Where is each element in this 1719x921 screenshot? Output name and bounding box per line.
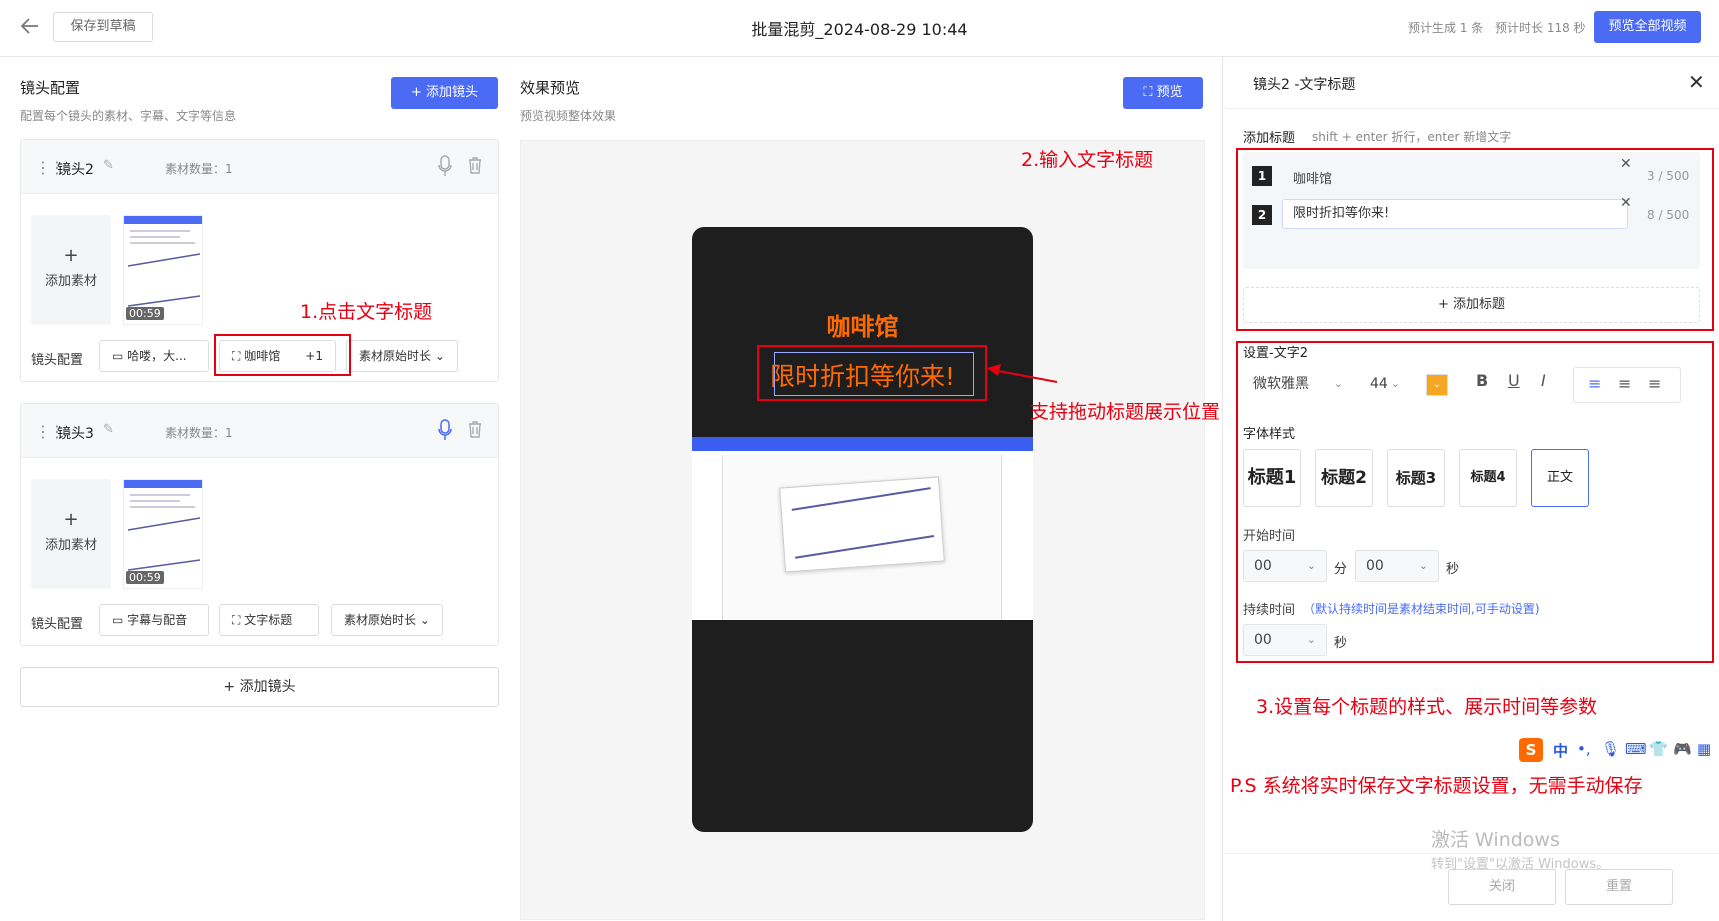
voice-icon[interactable]: 🎙	[1601, 740, 1620, 758]
grid-icon[interactable]: ▦	[1697, 740, 1711, 758]
text-title-chip[interactable]: ⛶ 文字标题	[219, 604, 319, 636]
keyboard-icon[interactable]: ⌨	[1625, 740, 1647, 758]
estimate-duration: 预计时长 118 秒	[1495, 21, 1586, 35]
trash-icon[interactable]	[468, 420, 482, 438]
ime-lang[interactable]: 中	[1553, 740, 1568, 761]
close-button[interactable]: 关闭	[1448, 869, 1556, 905]
add-shot-bottom-button[interactable]: + 添加镜头	[20, 667, 499, 707]
reset-button[interactable]: 重置	[1565, 869, 1673, 905]
chip-label: 字幕与配音	[127, 613, 188, 627]
annotation-step3: 3.设置每个标题的样式、展示时间等参数	[1256, 696, 1598, 718]
microphone-icon[interactable]	[438, 419, 452, 441]
shot-config-title: 镜头配置	[20, 79, 81, 97]
shot-card-header: ⋮⋮ 镜头3 ✎ 素材数量：1	[21, 404, 498, 458]
add-title-label: 添加标题	[1243, 131, 1296, 146]
plus-icon: +	[63, 509, 79, 530]
chevron-down-icon: ⌄	[416, 613, 430, 627]
right-panel-divider	[1222, 57, 1223, 921]
phone-video-frame	[692, 437, 1033, 620]
chip-label: 文字标题	[244, 613, 293, 627]
top-bar: 保存到草稿 批量混剪_2024-08-29 10:44 预计生成 1 条 预计时…	[0, 0, 1719, 57]
chip-label: 哈喽，大...	[127, 349, 187, 363]
add-material-button[interactable]: + 添加素材	[31, 479, 111, 589]
add-material-label: 添加素材	[44, 538, 97, 553]
game-icon[interactable]: 🎮	[1673, 740, 1692, 758]
tv-icon: ▭	[112, 613, 128, 627]
shot-config-label: 镜头配置	[31, 353, 84, 368]
shot-name: 镜头2	[57, 162, 94, 178]
skin-icon[interactable]: 👕	[1649, 740, 1668, 758]
tv-icon: ▭	[112, 349, 128, 363]
scan-icon: ⛶	[1143, 85, 1157, 100]
preview-all-button[interactable]: 预览全部视频	[1594, 11, 1701, 43]
preview-subtitle: 预览视频整体效果	[520, 109, 617, 123]
material-count: 素材数量：1	[165, 162, 233, 176]
annotation-box-step1	[214, 334, 351, 376]
subtitle-dubbing-chip[interactable]: ▭ 哈喽，大...	[99, 340, 209, 372]
edit-icon[interactable]: ✎	[103, 158, 114, 173]
phone-title-text[interactable]: 咖啡馆	[692, 307, 1033, 342]
estimate-count: 预计生成 1 条	[1408, 21, 1484, 35]
plus-icon: +	[63, 245, 79, 266]
punctuation-icon[interactable]: •,	[1577, 740, 1591, 758]
close-icon[interactable]: ✕	[1688, 70, 1705, 94]
add-material-button[interactable]: + 添加素材	[31, 215, 111, 325]
chip-label: 素材原始时长	[359, 349, 432, 363]
ime-toolbar: S 中 •, 🎙 ⌨ 👕 🎮 ▦	[1519, 738, 1719, 768]
text-frame-icon: ⛶	[232, 613, 245, 627]
annotation-arrow-icon	[987, 364, 1058, 383]
phone-preview: 咖啡馆 限时折扣等你来!	[692, 227, 1033, 832]
panel-title: 镜头2 -文字标题	[1253, 77, 1356, 93]
preview-button-label: 预览	[1156, 85, 1183, 100]
add-title-hint: shift + enter 折行，enter 新增文字	[1312, 130, 1512, 144]
add-shot-button[interactable]: + 添加镜头	[391, 77, 498, 109]
shot-name: 镜头3	[57, 426, 94, 442]
annotation-box-step2	[1236, 148, 1714, 331]
duration-mode-select[interactable]: 素材原始时长 ⌄	[346, 340, 458, 372]
preview-button[interactable]: ⛶ 预览	[1123, 77, 1203, 109]
chevron-down-icon: ⌄	[431, 349, 445, 363]
annotation-box-step3	[1236, 341, 1714, 663]
sogou-logo-icon[interactable]: S	[1519, 738, 1543, 762]
microphone-icon[interactable]	[438, 155, 452, 177]
edit-icon[interactable]: ✎	[103, 422, 114, 437]
annotation-box-drag	[757, 345, 987, 401]
shot-config-label: 镜头配置	[31, 617, 84, 632]
preview-title: 效果预览	[520, 79, 581, 97]
chip-label: 素材原始时长	[344, 613, 417, 627]
annotation-step1: 1.点击文字标题	[300, 301, 433, 323]
add-material-label: 添加素材	[44, 274, 97, 289]
annotation-drag-note: 支持拖动标题展示位置	[1030, 401, 1221, 423]
shot-card-header: ⋮⋮ 镜头2 ✎ 素材数量：1	[21, 140, 498, 194]
material-duration: 00:59	[126, 571, 164, 584]
annotation-ps: P.S 系统将实时保存文字标题设置，无需手动保存	[1230, 775, 1643, 797]
shot-config-subtitle: 配置每个镜头的素材、字幕、文字等信息	[20, 109, 237, 123]
material-thumbnail[interactable]: 00:59	[123, 479, 203, 589]
shot-card: ⋮⋮ 镜头3 ✎ 素材数量：1 + 添加素材 00:59 镜头配置 ▭ 字幕与配…	[20, 403, 499, 646]
material-count: 素材数量：1	[165, 426, 233, 440]
duration-mode-select[interactable]: 素材原始时长 ⌄	[331, 604, 443, 636]
subtitle-dubbing-chip[interactable]: ▭ 字幕与配音	[99, 604, 209, 636]
trash-icon[interactable]	[468, 156, 482, 174]
windows-watermark-title: 激活 Windows	[1431, 829, 1560, 851]
material-duration: 00:59	[126, 307, 164, 320]
material-thumbnail[interactable]: 00:59	[123, 215, 203, 325]
annotation-step2: 2.输入文字标题	[1021, 149, 1154, 171]
